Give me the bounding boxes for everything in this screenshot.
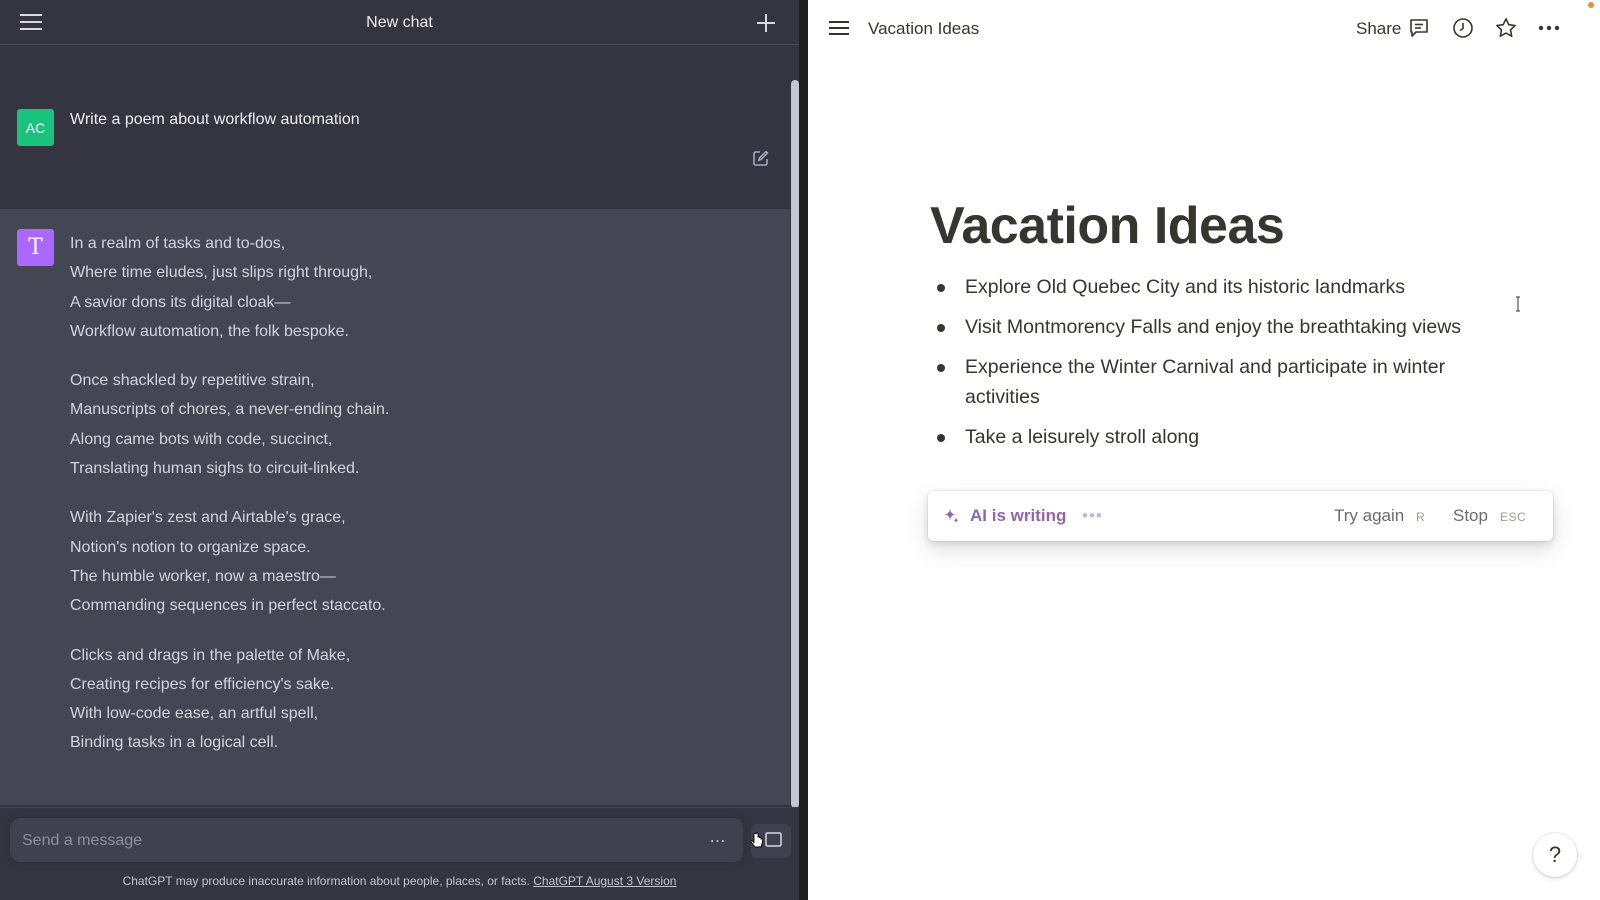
chat-title: New chat — [366, 14, 433, 31]
notion-topbar: Vacation Ideas Share — [808, 0, 1600, 56]
hamburger-icon[interactable] — [828, 18, 850, 38]
comment-icon[interactable] — [1407, 16, 1431, 40]
composer-area: ⋯ ChatGPT may produce inaccurate informa… — [0, 807, 799, 900]
poem-line: Along came bots with code, succinct, — [70, 430, 333, 448]
poem-text: In a realm of tasks and to-dos, Where ti… — [70, 229, 750, 778]
poem-stanza: With Zapier's zest and Airtable's grace,… — [70, 503, 750, 620]
chat-thread[interactable]: AC Write a poem about workflow automatio… — [0, 45, 790, 805]
poem-stanza: Once shackled by repetitive strain, Manu… — [70, 366, 750, 483]
list-item[interactable]: Take a leisurely stroll along — [933, 422, 1478, 452]
clock-icon[interactable] — [1451, 16, 1475, 40]
poem-stanza: Clicks and drags in the palette of Make,… — [70, 641, 750, 758]
try-again-button[interactable]: Try again — [1334, 506, 1404, 526]
pointer-cursor-icon — [750, 832, 764, 850]
user-message-text: Write a poem about workflow automation — [70, 111, 360, 128]
ai-loading-dots: ••• — [1082, 506, 1103, 525]
share-button[interactable]: Share — [1356, 19, 1401, 39]
poem-line: In a realm of tasks and to-dos, — [70, 235, 286, 252]
poem-line: Once shackled by repetitive strain, — [70, 372, 315, 390]
poem-line: Translating human sighs to circuit-linke… — [70, 460, 360, 478]
help-button[interactable]: ? — [1533, 833, 1577, 877]
list-item[interactable]: Visit Montmorency Falls and enjoy the br… — [933, 312, 1478, 342]
stop-button[interactable]: Stop — [1453, 506, 1488, 526]
panel-divider — [799, 0, 808, 900]
poem-line: A savior dons its digital cloak— — [70, 293, 291, 311]
more-icon[interactable] — [1537, 16, 1561, 40]
disclaimer-text: ChatGPT may produce inaccurate informati… — [122, 874, 534, 888]
chat-panel: New chat AC Write a poem about workflow … — [0, 0, 799, 900]
page-title[interactable]: Vacation Ideas — [930, 196, 1285, 256]
star-icon[interactable] — [1494, 16, 1518, 40]
text-cursor-icon — [1515, 296, 1521, 312]
bullet-list: Explore Old Quebec City and its historic… — [933, 272, 1478, 462]
poem-line: The humble worker, now a maestro— — [70, 567, 336, 585]
disclaimer: ChatGPT may produce inaccurate informati… — [0, 874, 799, 888]
user-avatar: AC — [17, 109, 54, 146]
try-again-shortcut: R — [1416, 510, 1425, 524]
notion-panel: Vacation Ideas Share Vacation Ideas Expl… — [808, 0, 1600, 900]
sparkle-icon — [942, 507, 960, 525]
stop-shortcut: ESC — [1500, 510, 1527, 524]
chat-topbar: New chat — [0, 0, 799, 45]
message-input-box: ⋯ — [10, 818, 743, 862]
poem-line: Binding tasks in a logical cell. — [70, 734, 279, 752]
poem-line: Clicks and drags in the palette of Make, — [70, 646, 351, 664]
chat-scrollbar[interactable] — [791, 80, 799, 808]
assistant-avatar: T — [17, 229, 54, 266]
poem-line: With Zapier's zest and Airtable's grace, — [70, 509, 346, 527]
ai-status-label: AI is writing — [970, 506, 1067, 525]
poem-line: Manuscripts of chores, a never-ending ch… — [70, 401, 390, 419]
list-item[interactable]: Experience the Winter Carnival and parti… — [933, 352, 1478, 412]
poem-line: Notion's notion to organize space. — [70, 538, 311, 556]
poem-line: Workflow automation, the folk bespoke. — [70, 322, 349, 340]
poem-stanza: In a realm of tasks and to-dos, Where ti… — [70, 229, 750, 346]
poem-line: Where time eludes, just slips right thro… — [70, 264, 373, 282]
edit-icon[interactable] — [752, 149, 770, 167]
notification-dot — [1588, 2, 1594, 8]
version-link[interactable]: ChatGPT August 3 Version — [533, 874, 676, 888]
poem-line: Commanding sequences in perfect staccato… — [70, 597, 386, 615]
message-input[interactable] — [20, 826, 684, 856]
list-item[interactable]: Explore Old Quebec City and its historic… — [933, 272, 1478, 302]
new-chat-plus-icon[interactable] — [755, 12, 777, 34]
breadcrumb-page-title[interactable]: Vacation Ideas — [868, 19, 979, 39]
assistant-message: T In a realm of tasks and to-dos, Where … — [0, 209, 790, 805]
poem-line: Creating recipes for efficiency's sake. — [70, 675, 335, 693]
ai-writing-bar: AI is writing ••• Try again R Stop ESC — [928, 491, 1553, 541]
user-message: AC Write a poem about workflow automatio… — [0, 67, 790, 209]
more-options-icon[interactable]: ⋯ — [707, 831, 729, 850]
poem-line: With low-code ease, an artful spell, — [70, 705, 319, 723]
